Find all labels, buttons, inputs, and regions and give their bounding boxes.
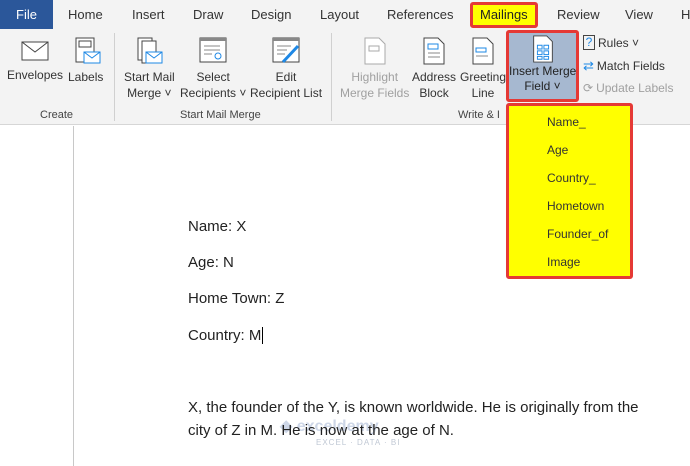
tab-view[interactable]: View: [625, 0, 653, 29]
divider: [331, 33, 332, 121]
select-recipients-button[interactable]: Select Recipients ˅: [180, 37, 246, 101]
labels-button[interactable]: Labels: [68, 37, 103, 85]
edit-list-icon: [272, 37, 300, 64]
doc-line-name: Name: X: [188, 218, 247, 235]
rules-label: Rules ˅: [598, 35, 640, 50]
doc-line-age: Age: N: [188, 254, 234, 271]
tab-help[interactable]: H: [681, 0, 690, 29]
label-line: Select: [196, 70, 230, 84]
greeting-line-button[interactable]: Greeting Line: [460, 37, 506, 101]
tab-insert[interactable]: Insert: [132, 0, 165, 29]
tab-review[interactable]: Review: [557, 0, 600, 29]
match-fields-icon: ⇄: [583, 58, 594, 73]
ribbon-tabs: File Home Insert Draw Design Layout Refe…: [0, 0, 690, 29]
insert-merge-field-button[interactable]: Insert Merge Field ˅: [506, 30, 579, 102]
page-margin-line: [73, 126, 74, 466]
group-start-mail-merge: Start Mail Merge: [180, 109, 261, 121]
doc-line-country: Country: M: [188, 327, 264, 344]
label-line: Recipients ˅: [180, 86, 247, 100]
envelope-icon: [21, 41, 49, 61]
mail-merge-icon: [137, 37, 163, 64]
menu-item-hometown[interactable]: Hometown: [547, 199, 604, 213]
divider: [114, 33, 115, 121]
label-line: Highlight: [351, 70, 399, 84]
highlight-merge-fields-button[interactable]: Highlight Merge Fields: [340, 37, 409, 101]
menu-item-country[interactable]: Country_: [547, 171, 596, 185]
tab-references[interactable]: References: [387, 0, 453, 29]
update-labels-button[interactable]: ⟳ Update Labels: [583, 81, 673, 95]
edit-recipient-list-button[interactable]: Edit Recipient List: [250, 37, 322, 101]
doc-paragraph-line-2: city of Z in M. He is now at the age of …: [188, 422, 454, 439]
label-line: Recipient List: [250, 86, 323, 100]
tab-design[interactable]: Design: [251, 0, 291, 29]
label-line: Greeting: [460, 70, 507, 84]
match-fields-button[interactable]: ⇄ Match Fields: [583, 58, 665, 74]
tab-draw[interactable]: Draw: [193, 0, 223, 29]
tab-layout[interactable]: Layout: [320, 0, 359, 29]
label-line: Merge Fields: [340, 86, 410, 100]
menu-item-age[interactable]: Age: [547, 143, 568, 157]
greeting-line-icon: [472, 37, 494, 65]
label-line: Start Mail: [124, 70, 175, 84]
watermark-tagline: EXCEL · DATA · BI: [316, 438, 401, 447]
rules-icon: ?: [583, 35, 595, 50]
label-line: Line: [471, 86, 495, 100]
highlight-icon: [364, 37, 386, 65]
country-text: Country: M: [188, 327, 262, 344]
envelopes-label: Envelopes: [7, 68, 64, 82]
label-line: Address: [412, 70, 457, 84]
address-block-icon: [423, 37, 445, 65]
tab-home[interactable]: Home: [68, 0, 103, 29]
label-line: Field ˅: [524, 79, 561, 93]
doc-paragraph-line-1: X, the founder of the Y, is known worldw…: [188, 399, 639, 416]
menu-item-image[interactable]: Image: [547, 255, 580, 269]
recipients-icon: [199, 37, 227, 63]
tab-mailings[interactable]: Mailings: [470, 2, 538, 28]
label-line: Merge ˅: [127, 86, 172, 100]
update-labels-label: Update Labels: [596, 81, 674, 95]
text-cursor: [262, 327, 264, 344]
merge-field-dropdown: Name_ Age Country_ Hometown Founder_of I…: [506, 103, 633, 279]
label-line: Edit: [275, 70, 297, 84]
tab-file[interactable]: File: [0, 0, 53, 29]
menu-item-name[interactable]: Name_: [547, 115, 586, 129]
rules-button[interactable]: ? Rules ˅: [583, 35, 639, 50]
group-create: Create: [40, 109, 74, 121]
label-line: Block: [419, 86, 449, 100]
group-write-insert: Write & I: [458, 109, 500, 121]
match-fields-label: Match Fields: [596, 59, 665, 73]
update-labels-icon: ⟳: [583, 81, 594, 95]
envelopes-button[interactable]: Envelopes: [7, 39, 63, 83]
start-mail-merge-button[interactable]: Start Mail Merge ˅: [124, 37, 175, 101]
address-block-button[interactable]: Address Block: [412, 37, 456, 101]
doc-line-hometown: Home Town: Z: [188, 290, 285, 307]
labels-label: Labels: [68, 70, 104, 84]
labels-icon: [75, 37, 101, 64]
label-line: Insert Merge: [509, 64, 577, 78]
menu-item-founder-of[interactable]: Founder_of: [547, 227, 608, 241]
insert-merge-field-icon: [532, 35, 553, 63]
